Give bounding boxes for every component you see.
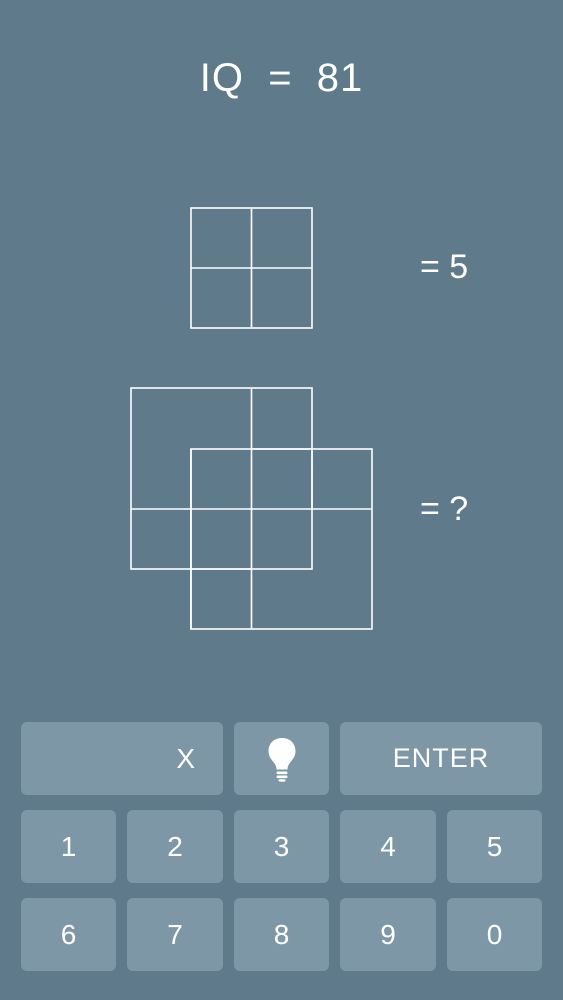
- enter-button[interactable]: ENTER: [340, 722, 542, 795]
- clear-button[interactable]: X: [21, 722, 223, 795]
- digit-2-button[interactable]: 2: [127, 810, 223, 883]
- digit-label: 0: [486, 918, 503, 950]
- digit-label: 9: [380, 918, 396, 950]
- hint-button[interactable]: [234, 722, 329, 795]
- digit-label: 3: [273, 830, 290, 862]
- lightbulb-icon: [268, 737, 295, 782]
- digit-3-button[interactable]: 3: [234, 810, 329, 883]
- enter-label: ENTER: [392, 743, 490, 773]
- digit-4-button[interactable]: 4: [340, 810, 436, 883]
- clear-label: X: [176, 742, 195, 774]
- digit-label: 8: [273, 918, 290, 950]
- digit-label: 1: [60, 830, 77, 862]
- digit-5-button[interactable]: 5: [447, 810, 542, 883]
- digit-label: 4: [380, 830, 396, 862]
- digit-8-button[interactable]: 8: [234, 898, 329, 971]
- keypad: X ENTER 1 2 3 4 5 6 7 8 9 0: [0, 0, 563, 1000]
- digit-label: 6: [60, 918, 77, 950]
- digit-label: 5: [486, 830, 503, 862]
- digit-6-button[interactable]: 6: [21, 898, 116, 971]
- digit-9-button[interactable]: 9: [340, 898, 436, 971]
- digit-1-button[interactable]: 1: [21, 810, 116, 883]
- digit-7-button[interactable]: 7: [127, 898, 223, 971]
- digit-label: 7: [167, 918, 183, 950]
- digit-0-button[interactable]: 0: [447, 898, 542, 971]
- digit-label: 2: [167, 830, 183, 862]
